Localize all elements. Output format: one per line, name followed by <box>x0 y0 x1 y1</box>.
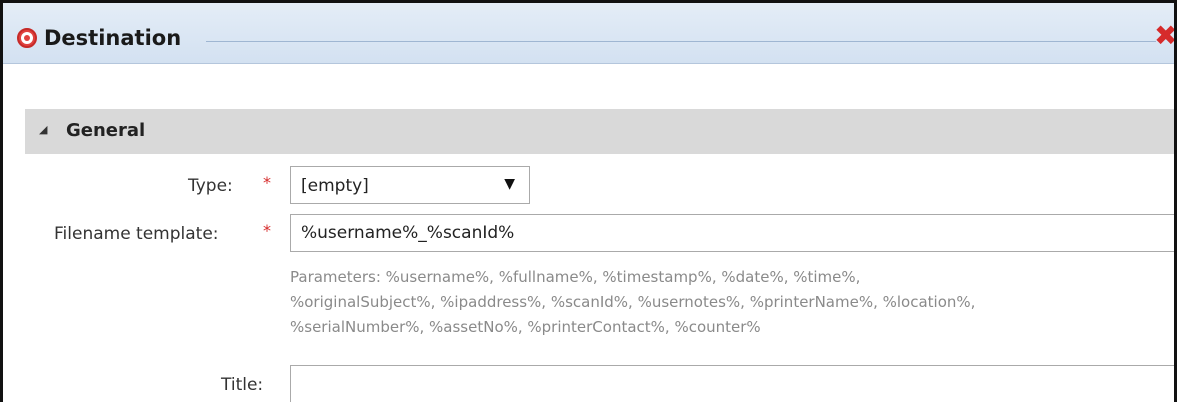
filename-template-required-mark: * <box>263 221 271 240</box>
collapse-triangle-icon[interactable]: ◢ <box>39 123 47 136</box>
help-line: %originalSubject%, %ipaddress%, %scanId%… <box>290 293 976 311</box>
type-label: Type: <box>188 176 233 196</box>
dialog-title: Destination <box>44 26 182 50</box>
dialog-titlebar: Destination ✖ <box>3 3 1174 64</box>
type-required-mark: * <box>263 173 271 192</box>
dialog-window: Destination ✖ ◢ General Type: * [empty] … <box>0 0 1177 402</box>
help-line: Parameters: %username%, %fullname%, %tim… <box>290 268 861 286</box>
section-header-general[interactable]: ◢ General <box>25 109 1174 154</box>
section-title: General <box>66 120 146 141</box>
type-select-value: [empty] <box>301 176 369 196</box>
dropdown-arrow-icon[interactable]: ▼ <box>504 176 515 192</box>
type-select[interactable]: [empty] ▼ <box>290 166 530 204</box>
title-label: Title: <box>221 375 264 395</box>
title-input[interactable] <box>290 365 1174 402</box>
filename-template-label: Filename template: <box>54 224 219 244</box>
titlebar-divider <box>206 41 1156 42</box>
target-icon <box>17 28 37 48</box>
filename-template-input[interactable] <box>290 214 1174 252</box>
help-line: %serialNumber%, %assetNo%, %printerConta… <box>290 318 761 336</box>
filename-parameters-help: Parameters: %username%, %fullname%, %tim… <box>290 265 1170 340</box>
close-icon[interactable]: ✖ <box>1154 22 1174 50</box>
